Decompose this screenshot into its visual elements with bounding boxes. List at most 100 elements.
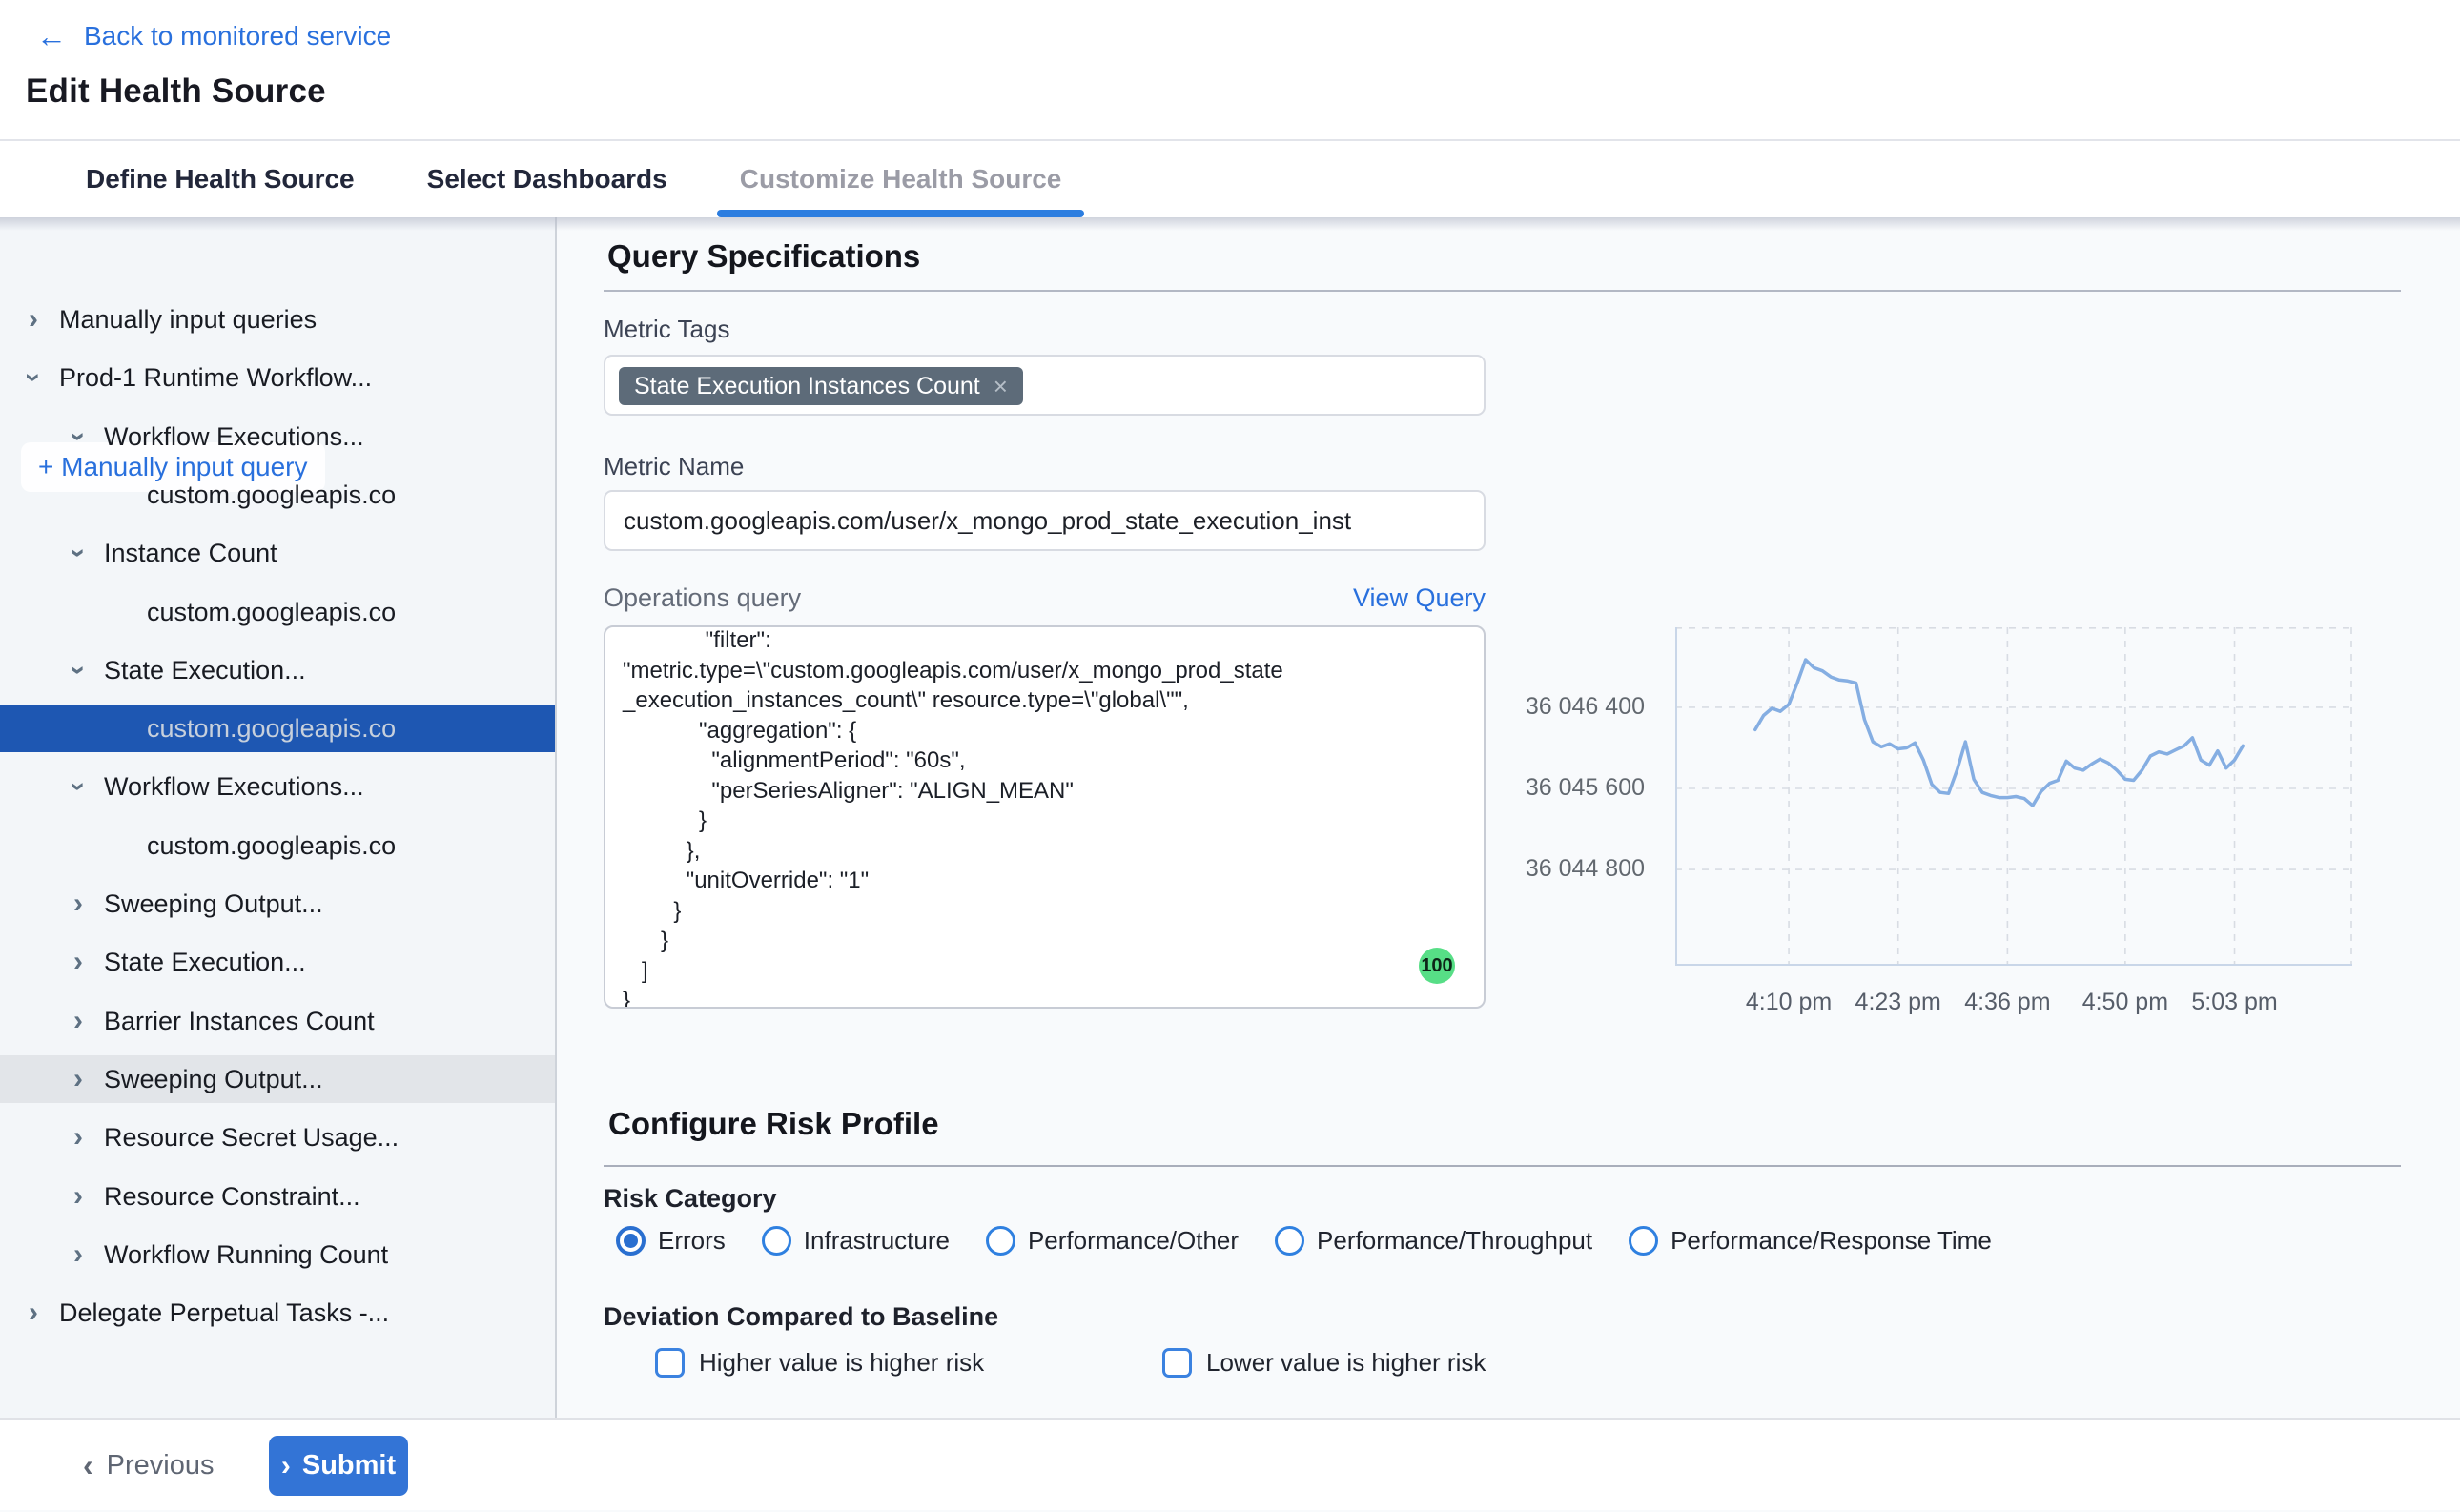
section-divider — [604, 290, 2401, 292]
tree-item-label: custom.googleapis.co — [147, 480, 396, 510]
metric-tags-input[interactable]: State Execution Instances Count × — [604, 355, 1486, 416]
deviation-option-label: Lower value is higher risk — [1206, 1348, 1486, 1378]
radio-icon[interactable] — [1275, 1226, 1304, 1256]
metric-tag-label: State Execution Instances Count — [634, 373, 980, 400]
tree-item-label: Barrier Instances Count — [104, 1007, 375, 1036]
tree-item-resource-constraint[interactable]: › Resource Constraint... — [0, 1173, 555, 1220]
content-area: + Manually input query ›Manually input q… — [0, 217, 2460, 1418]
chevron-right-icon[interactable]: › — [73, 1240, 83, 1269]
checkbox-icon[interactable] — [655, 1348, 685, 1378]
tree-item-state-execution[interactable]: › State Execution... — [0, 646, 555, 694]
tree-item-label: Resource Secret Usage... — [104, 1123, 399, 1153]
tree-item-sweeping-output[interactable]: ›Sweeping Output... — [0, 880, 555, 928]
chevron-right-icon[interactable]: › — [73, 1007, 83, 1035]
tree-item-label: Resource Constraint... — [104, 1182, 360, 1212]
query-tree-sidebar: + Manually input query ›Manually input q… — [0, 217, 557, 1418]
chevron-right-icon[interactable]: › — [73, 1123, 83, 1152]
view-query-link[interactable]: View Query — [1295, 583, 1486, 613]
tree-item-workflow-executions[interactable]: ›Workflow Executions... — [0, 763, 555, 810]
tree-item-label: State Execution... — [104, 948, 306, 977]
deviation-option-lower-value-is-higher-risk[interactable]: Lower value is higher risk — [1162, 1348, 1486, 1378]
page-title: Edit Health Source — [26, 72, 326, 111]
tree-item-custom-googleapis-co-metric[interactable]: custom.googleapis.co — [0, 588, 555, 636]
tree-item-label: custom.googleapis.co — [147, 831, 396, 861]
chevron-right-icon[interactable]: › — [29, 1298, 38, 1327]
tree-item-label: State Execution... — [104, 656, 306, 685]
checkbox-icon[interactable] — [1162, 1348, 1192, 1378]
tree-item-manually-input-queries[interactable]: › Manually input queries — [0, 296, 555, 343]
chevron-down-icon[interactable]: › — [64, 432, 92, 441]
tree-item-label: Workflow Executions... — [104, 422, 364, 452]
operations-query-editor[interactable]: "filter": "metric.type=\"custom.googleap… — [604, 625, 1486, 1009]
tree-item-custom-googleapis-co-metric[interactable]: custom.googleapis.co — [0, 471, 555, 519]
tree-item-resource-secret-usage[interactable]: › Resource Secret Usage... — [0, 1114, 555, 1161]
risk-category-label: Risk Category — [604, 1184, 777, 1214]
operations-query-code: "filter": "metric.type=\"custom.googleap… — [623, 625, 1466, 1009]
tree-item-label: Workflow Running Count — [104, 1240, 388, 1270]
operations-query-label: Operations query — [604, 583, 801, 613]
risk-option-performance-response-time[interactable]: Performance/Response Time — [1629, 1226, 1992, 1256]
tree-item-label: custom.googleapis.co — [147, 598, 396, 627]
risk-option-performance-other[interactable]: Performance/Other — [986, 1226, 1239, 1256]
line-chart-plot — [1675, 627, 2352, 966]
chevron-left-icon: ‹ — [83, 1448, 93, 1483]
risk-option-label: Performance/Throughput — [1317, 1226, 1592, 1256]
tree-item-label: custom.googleapis.co — [147, 714, 396, 744]
deviation-option-higher-value-is-higher-risk[interactable]: Higher value is higher risk — [655, 1348, 984, 1378]
chevron-right-icon[interactable]: › — [73, 948, 83, 976]
tree-item-custom-googleapis-co-metric[interactable]: custom.googleapis.co — [0, 822, 555, 869]
radio-icon[interactable] — [1629, 1226, 1658, 1256]
back-to-monitored-service-link[interactable]: ← Back to monitored service — [36, 21, 391, 51]
chevron-right-icon[interactable]: › — [73, 1182, 83, 1211]
tree-item-instance-count[interactable]: ›Instance Count — [0, 529, 555, 577]
risk-option-infrastructure[interactable]: Infrastructure — [762, 1226, 950, 1256]
x-axis-label: 4:36 pm — [1940, 989, 2074, 1016]
radio-selected-icon[interactable] — [616, 1226, 646, 1256]
chevron-down-icon[interactable]: › — [64, 548, 92, 558]
chevron-down-icon[interactable]: › — [64, 665, 92, 675]
deviation-option-label: Higher value is higher risk — [699, 1348, 984, 1378]
tree-item-workflow-executions[interactable]: › Workflow Executions... — [0, 413, 555, 460]
metric-name-input[interactable]: custom.googleapis.com/user/x_mongo_prod_… — [604, 490, 1486, 551]
edit-health-source-page: ← Back to monitored service Edit Health … — [0, 0, 2460, 1510]
back-arrow-icon: ← — [36, 22, 67, 51]
chevron-right-icon: › — [281, 1450, 291, 1482]
risk-option-errors[interactable]: Errors — [616, 1226, 726, 1256]
tree-item-label: Prod-1 Runtime Workflow... — [59, 363, 372, 393]
risk-option-label: Errors — [658, 1226, 726, 1256]
chevron-down-icon[interactable]: › — [19, 373, 48, 382]
risk-category-options: Errors Infrastructure Performance/Other Per… — [616, 1226, 1992, 1256]
back-link-label: Back to monitored service — [84, 21, 391, 51]
tree-item-prod-1-runtime-workflow[interactable]: › Prod-1 Runtime Workflow... — [0, 354, 555, 401]
y-axis-label: 36 045 600 — [1468, 774, 1645, 802]
tree-item-sweeping-output[interactable]: ›Sweeping Output... — [0, 1055, 555, 1103]
wizard-tabs: Define Health Source Select Dashboards Cus… — [0, 141, 2460, 217]
chevron-right-icon[interactable]: › — [73, 1065, 83, 1093]
tree-item-state-execution[interactable]: › State Execution... — [0, 938, 555, 986]
tree-item-delegate-perpetual-tasks[interactable]: ›Delegate Perpetual Tasks -... — [0, 1289, 555, 1337]
radio-icon[interactable] — [762, 1226, 791, 1256]
deviation-label: Deviation Compared to Baseline — [604, 1302, 998, 1332]
footer-bar: ‹ Previous › Submit — [0, 1418, 2460, 1510]
tab-define-health-source[interactable]: Define Health Source — [86, 141, 355, 217]
tab-customize-health-source[interactable]: Customize Health Source — [740, 141, 1062, 217]
chevron-down-icon[interactable]: › — [64, 782, 92, 791]
tree-item-workflow-running-count[interactable]: › Workflow Running Count — [0, 1231, 555, 1278]
chevron-right-icon[interactable]: › — [29, 305, 38, 334]
tree-item-barrier-instances-count[interactable]: › Barrier Instances Count — [0, 997, 555, 1045]
risk-option-performance-throughput[interactable]: Performance/Throughput — [1275, 1226, 1592, 1256]
tree-item-custom-googleapis-co-metric[interactable]: custom.googleapis.co — [0, 705, 555, 752]
configure-risk-profile-heading: Configure Risk Profile — [608, 1106, 939, 1142]
tree-item-label: Manually input queries — [59, 305, 317, 335]
radio-icon[interactable] — [986, 1226, 1015, 1256]
submit-button[interactable]: › Submit — [269, 1436, 408, 1496]
tab-select-dashboards[interactable]: Select Dashboards — [427, 141, 667, 217]
section-divider — [604, 1165, 2401, 1167]
query-specifications-heading: Query Specifications — [607, 238, 920, 275]
main-panel: Query Specifications Metric Tags State E… — [557, 217, 2460, 1418]
y-axis-label: 36 044 800 — [1468, 855, 1645, 883]
remove-tag-icon[interactable]: × — [994, 372, 1008, 401]
risk-option-label: Performance/Other — [1028, 1226, 1239, 1256]
previous-button[interactable]: ‹ Previous — [83, 1420, 214, 1512]
chevron-right-icon[interactable]: › — [73, 889, 83, 918]
